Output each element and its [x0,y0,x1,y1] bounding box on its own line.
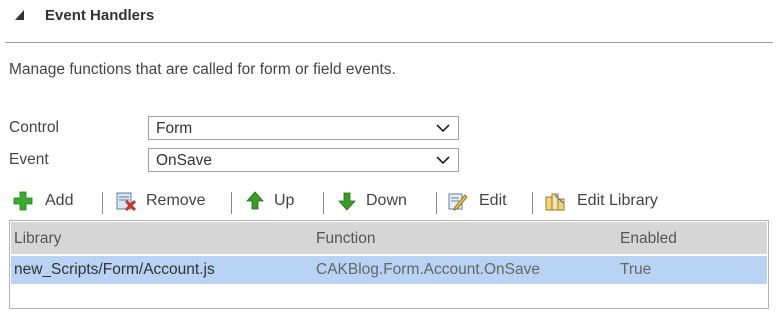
chevron-down-icon [436,156,450,165]
plus-icon [13,191,33,211]
column-header-library[interactable]: Library [14,230,61,248]
table-row[interactable]: new_Scripts/Form/Account.js CAKBlog.Form… [11,256,767,284]
section-title: Event Handlers [45,7,155,24]
edit-label: Edit [479,192,507,209]
event-label: Event [9,151,49,168]
remove-button[interactable]: Remove [116,188,211,214]
handlers-grid: Library Function Enabled new_Scripts/For… [9,220,769,309]
toolbar-separator [323,192,324,214]
remove-label: Remove [146,192,206,209]
up-label: Up [274,192,295,209]
down-label: Down [366,192,407,209]
section-header[interactable]: Event Handlers [0,0,776,34]
edit-button[interactable]: Edit [448,188,513,214]
column-header-function[interactable]: Function [316,230,375,248]
edit-library-button[interactable]: Edit Library [545,188,665,214]
arrow-up-icon [246,191,264,210]
toolbar-separator [231,192,232,214]
cell-function: CAKBlog.Form.Account.OnSave [316,261,540,278]
arrow-down-icon [338,192,356,211]
event-select[interactable]: OnSave [148,148,459,172]
add-label: Add [45,192,74,209]
event-select-value: OnSave [156,152,213,169]
up-button[interactable]: Up [245,188,301,214]
section-divider [5,42,773,43]
remove-icon [116,192,136,211]
collapse-triangle-icon[interactable] [14,9,26,21]
edit-icon [448,193,468,211]
section-description: Manage functions that are called for for… [9,61,396,78]
control-select[interactable]: Form [148,116,459,140]
column-header-enabled[interactable]: Enabled [620,230,677,248]
cell-library: new_Scripts/Form/Account.js [14,261,215,278]
edit-library-label: Edit Library [577,192,658,209]
grid-header-row: Library Function Enabled [11,222,767,254]
control-label: Control [9,119,59,136]
toolbar-separator [532,192,533,214]
control-select-value: Form [156,120,193,137]
down-button[interactable]: Down [337,188,417,214]
toolbar-separator [436,192,437,214]
toolbar-separator [102,192,103,214]
chevron-down-icon [436,124,450,133]
handler-toolbar: Add Remove Up Down Edit Edit Library [5,184,770,220]
add-button[interactable]: Add [13,188,78,214]
cell-enabled: True [620,261,652,278]
library-icon [545,193,565,211]
